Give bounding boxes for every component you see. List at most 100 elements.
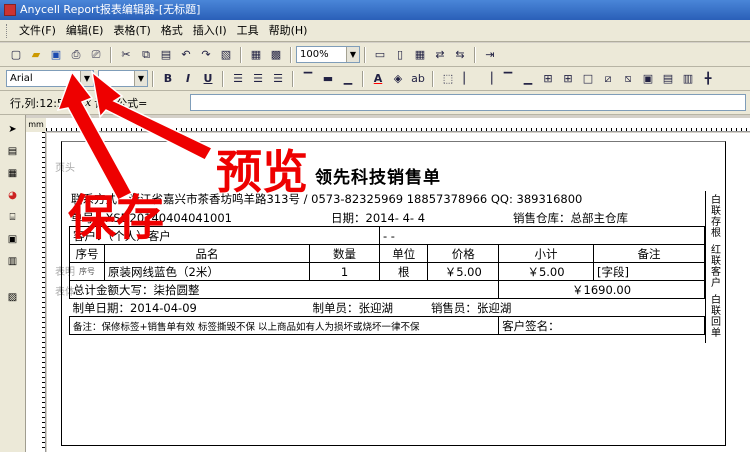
preview-icon[interactable]: ⎙ xyxy=(67,46,85,64)
chevron-down-icon[interactable]: ▼ xyxy=(134,71,147,86)
border-diag2-icon[interactable]: ⧅ xyxy=(619,70,637,88)
pointer-icon[interactable]: ➤ xyxy=(4,121,22,137)
new-icon[interactable]: ▢ xyxy=(7,46,25,64)
properties-icon[interactable]: ▦ xyxy=(247,46,265,64)
menu-table[interactable]: 表格(T) xyxy=(108,20,155,42)
split-icon[interactable]: ⇆ xyxy=(451,46,469,64)
data-cell[interactable]: 1 xyxy=(309,262,380,281)
zoom-select[interactable]: 100% ▼ xyxy=(296,46,360,63)
menu-file[interactable]: 文件(F) xyxy=(14,20,61,42)
order-date[interactable]: 日期：2014- 4- 4 xyxy=(331,210,425,226)
header-cell[interactable]: 备注 xyxy=(592,244,706,263)
valign-middle-icon[interactable]: ▬ xyxy=(319,70,337,88)
total-value-cell[interactable]: ￥1690.00 xyxy=(498,280,705,299)
menu-edit[interactable]: 编辑(E) xyxy=(61,20,109,42)
font-color-icon[interactable]: A xyxy=(369,70,387,88)
exit-icon[interactable]: ⇥ xyxy=(481,46,499,64)
fit-icon[interactable]: ▯ xyxy=(391,46,409,64)
separator xyxy=(110,46,112,63)
underline-icon[interactable]: U xyxy=(199,70,217,88)
data-cell[interactable]: ￥5.00 xyxy=(498,262,594,281)
border-cross-icon[interactable]: ╋ xyxy=(699,70,717,88)
report-title[interactable]: 领先科技销售单 xyxy=(315,163,441,188)
image-icon[interactable]: ▩ xyxy=(267,46,285,64)
chevron-down-icon[interactable]: ▼ xyxy=(346,47,359,62)
undo-icon[interactable]: ↶ xyxy=(177,46,195,64)
border-top-icon[interactable]: ▔ xyxy=(499,70,517,88)
field-icon[interactable]: ▤ xyxy=(4,143,22,159)
border-inner-icon[interactable]: ⊞ xyxy=(559,70,577,88)
total-label-cell[interactable]: 总计金额大写：柒拾圆整 xyxy=(68,280,500,299)
menu-help[interactable]: 帮助(H) xyxy=(264,20,313,42)
italic-icon[interactable]: I xyxy=(179,70,197,88)
align-right-icon[interactable]: ☰ xyxy=(269,70,287,88)
border-double-icon[interactable]: ▤ xyxy=(659,70,677,88)
format-painter-icon[interactable]: ▧ xyxy=(217,46,235,64)
grid-icon[interactable]: ▦ xyxy=(411,46,429,64)
header-cell[interactable]: 价格 xyxy=(427,244,500,263)
data-cell[interactable]: 序号 xyxy=(69,262,105,281)
merge-icon[interactable]: ⇄ xyxy=(431,46,449,64)
maker-cell[interactable]: 制单员：张迎湖 xyxy=(310,299,428,317)
header-cell[interactable]: 单位 xyxy=(378,244,429,263)
align-left-icon[interactable]: ☰ xyxy=(229,70,247,88)
note-cell[interactable]: 备注：保修标签+销售单有效 标签撕毁不保 以上商品如有人为损坏或烧坏一律不保 xyxy=(68,316,500,335)
font-size-select[interactable]: ▼ xyxy=(98,70,148,87)
menu-format[interactable]: 格式 xyxy=(156,20,188,42)
image-tool-icon[interactable]: ▨ xyxy=(4,289,22,305)
data-cell[interactable]: [字段] xyxy=(592,262,706,281)
title-bar: Anycell Report报表编辑器-[无标题] xyxy=(0,0,750,20)
border-diag-icon[interactable]: ⧄ xyxy=(599,70,617,88)
font-select[interactable]: Arial ▼ xyxy=(6,70,94,87)
text-style-icon[interactable]: ab xyxy=(409,70,427,88)
menu-grip xyxy=(6,23,10,38)
align-center-icon[interactable]: ☰ xyxy=(249,70,267,88)
chevron-down-icon[interactable]: ▼ xyxy=(80,71,93,86)
border-bottom-icon[interactable]: ▁ xyxy=(519,70,537,88)
menu-tools[interactable]: 工具 xyxy=(232,20,264,42)
formula-input[interactable] xyxy=(190,94,746,111)
border-thick-icon[interactable]: ▣ xyxy=(639,70,657,88)
customer-tel-cell[interactable]: - - xyxy=(379,226,705,245)
data-cell[interactable]: 根 xyxy=(378,262,429,281)
app-icon xyxy=(4,4,16,16)
page-setup-icon[interactable]: ▭ xyxy=(371,46,389,64)
table-icon[interactable]: ▥ xyxy=(4,253,22,269)
fill-color-icon[interactable]: ◈ xyxy=(389,70,407,88)
salesman-cell[interactable]: 销售员：张迎湖 xyxy=(428,299,705,317)
made-date-cell[interactable]: 制单日期：2014-04-09 xyxy=(70,299,310,317)
valign-top-icon[interactable]: ▔ xyxy=(299,70,317,88)
barcode-icon[interactable]: ⌸ xyxy=(4,209,22,225)
paste-icon[interactable]: ▤ xyxy=(157,46,175,64)
format-toolbar: Arial ▼ ▼ B I U ☰ ☰ ☰ ▔ ▬ ▁ A ◈ ab ⬚ ▏ ▕… xyxy=(0,67,750,91)
border-outer-icon[interactable]: □ xyxy=(579,70,597,88)
valign-bottom-icon[interactable]: ▁ xyxy=(339,70,357,88)
print-icon[interactable]: ⎚ xyxy=(87,46,105,64)
preview-annotation: 预览 xyxy=(216,145,308,199)
copy-icon[interactable]: ⧉ xyxy=(137,46,155,64)
warehouse[interactable]: 销售仓库：总部主仓库 xyxy=(513,210,628,226)
fx-icon[interactable]: fx xyxy=(78,96,94,109)
tool-palette: ➤ ▤ ▦ ◕ ⌸ ▣ ▥ ▨ xyxy=(0,115,26,452)
formula-toolbar: 行,列:12:5 fx 计算公式= xyxy=(0,91,750,115)
header-cell[interactable]: 数量 xyxy=(309,244,380,263)
chart-icon[interactable]: ◕ xyxy=(4,187,22,203)
open-icon[interactable]: ▰ xyxy=(27,46,45,64)
redo-icon[interactable]: ↷ xyxy=(197,46,215,64)
sign-cell[interactable]: 客户签名： xyxy=(498,316,705,335)
subreport-icon[interactable]: ▣ xyxy=(4,231,22,247)
border-all-icon[interactable]: ⊞ xyxy=(539,70,557,88)
data-cell[interactable]: 原装网线蓝色（2米） xyxy=(104,262,310,281)
border-none-icon[interactable]: ⬚ xyxy=(439,70,457,88)
cut-icon[interactable]: ✂ xyxy=(117,46,135,64)
bold-icon[interactable]: B xyxy=(159,70,177,88)
border-right-icon[interactable]: ▕ xyxy=(479,70,497,88)
menu-insert[interactable]: 插入(I) xyxy=(188,20,232,42)
header-cell[interactable]: 小计 xyxy=(498,244,594,263)
separator xyxy=(362,70,364,87)
text-icon[interactable]: ▦ xyxy=(4,165,22,181)
data-cell[interactable]: ￥5.00 xyxy=(427,262,500,281)
border-more-icon[interactable]: ▥ xyxy=(679,70,697,88)
save-icon[interactable]: ▣ xyxy=(47,46,65,64)
border-left-icon[interactable]: ▏ xyxy=(459,70,477,88)
